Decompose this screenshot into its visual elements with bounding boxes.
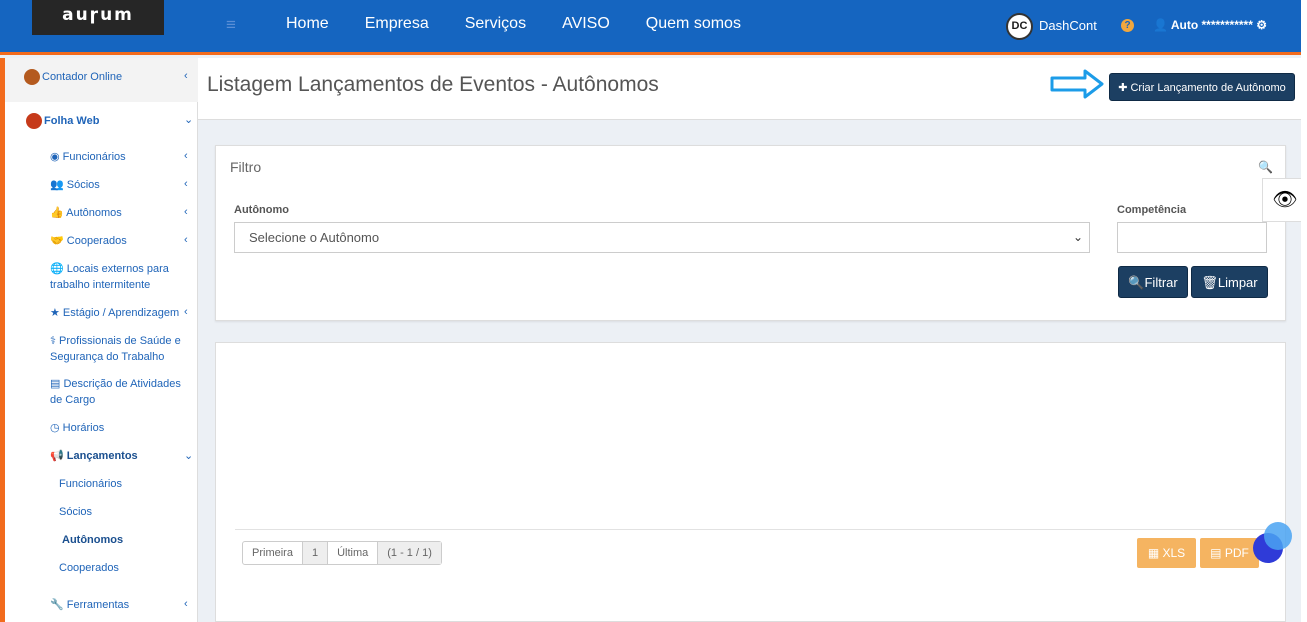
filter-panel: Filtro 🔍 Autônomo Selecione o Autônomo ⌄…	[215, 145, 1286, 321]
scrollbar[interactable]	[1301, 0, 1307, 622]
page-title: Listagem Lançamentos de Eventos - Autôno…	[207, 73, 659, 96]
chevron-left-icon[interactable]: ‹	[184, 70, 188, 82]
limpar-button[interactable]: 🗑Limpar	[1191, 266, 1268, 298]
sidebar-item-profissionais-saude[interactable]: ⚕ Profissionais de Saúde e Segurança do …	[50, 333, 185, 365]
chevron-left-icon[interactable]: ‹	[184, 598, 188, 610]
sidebar: Contador Online ‹ Folha Web ⌄ ◉ Funcioná…	[0, 58, 198, 622]
sidebar-subitem-autonomos-active[interactable]: Autônomos	[62, 532, 123, 548]
trash-icon: 🗑	[1201, 275, 1218, 290]
sidebar-item-contador-online[interactable]: Contador Online	[24, 69, 122, 86]
sidebar-item-descricao-atividades[interactable]: ▤ Descrição de Atividades de Cargo	[50, 376, 185, 408]
top-navbar: auɼum ≡ Home Empresa Serviços AVISO Quem…	[0, 0, 1307, 55]
chevron-down-icon: ⌄	[1072, 230, 1083, 244]
chevron-left-icon[interactable]: ‹	[184, 206, 188, 218]
menu-toggle-icon[interactable]: ≡	[226, 15, 236, 35]
settings-icon[interactable]: ⚙	[1256, 18, 1267, 32]
contador-online-icon	[24, 69, 40, 86]
autonomo-label: Autônomo	[234, 204, 289, 216]
main-nav: Home Empresa Serviços AVISO Quem somos	[268, 14, 759, 34]
chevron-left-icon[interactable]: ‹	[184, 234, 188, 246]
chevron-left-icon[interactable]: ‹	[184, 306, 188, 318]
logo[interactable]: auɼum	[32, 0, 164, 35]
dashcont-logo[interactable]: DC	[1006, 13, 1033, 40]
sidebar-item-cooperados[interactable]: 🤝 Cooperados	[50, 233, 127, 249]
chevron-down-icon[interactable]: ⌄	[184, 113, 193, 126]
create-autonomo-button[interactable]: ✚ Criar Lançamento de Autônomo	[1109, 73, 1295, 101]
sidebar-item-horarios[interactable]: ◷ Horários	[50, 420, 104, 436]
pager-page[interactable]: 1	[302, 542, 329, 564]
sidebar-item-locais-externos[interactable]: 🌐 Locais externos para trabalho intermit…	[50, 261, 180, 293]
pager-info: (1 - 1 / 1)	[378, 542, 441, 564]
user-menu[interactable]: 👤 Auto *********** ⚙	[1153, 18, 1267, 32]
plus-icon: ✚	[1118, 82, 1131, 94]
user-icon: 👤	[1153, 18, 1168, 32]
results-panel: Primeira 1 Última (1 - 1 / 1) ▦ XLS ▤ PD…	[215, 342, 1286, 622]
sidebar-accent	[0, 58, 5, 622]
sidebar-item-estagio[interactable]: ★ Estágio / Aprendizagem	[50, 305, 179, 321]
sidebar-item-autonomos[interactable]: 👍 Autônomos	[50, 205, 122, 221]
chevron-down-icon[interactable]: ⌄	[184, 449, 193, 462]
chat-bubble-icon[interactable]	[1252, 520, 1296, 564]
pagination: Primeira 1 Última (1 - 1 / 1)	[242, 541, 442, 565]
file-pdf-icon: ▤	[1210, 546, 1225, 560]
folha-web-icon	[26, 113, 42, 130]
export-xls-button[interactable]: ▦ XLS	[1137, 538, 1196, 568]
competencia-label: Competência	[1117, 204, 1187, 216]
chevron-left-icon[interactable]: ‹	[184, 150, 188, 162]
sidebar-item-funcionarios[interactable]: ◉ Funcionários	[50, 149, 126, 165]
filter-title: Filtro	[230, 159, 262, 175]
nav-home[interactable]: Home	[268, 14, 347, 34]
export-pdf-button[interactable]: ▤ PDF	[1200, 538, 1259, 568]
filtrar-button[interactable]: 🔍Filtrar	[1118, 266, 1188, 298]
sidebar-subitem-funcionarios[interactable]: Funcionários	[59, 476, 122, 492]
nav-servicos[interactable]: Serviços	[447, 14, 544, 34]
page-header: Listagem Lançamentos de Eventos - Autôno…	[198, 58, 1301, 120]
user-name: Auto ***********	[1170, 18, 1253, 32]
sidebar-subitem-cooperados[interactable]: Cooperados	[59, 560, 119, 576]
chevron-left-icon[interactable]: ‹	[184, 178, 188, 190]
divider	[235, 529, 1269, 530]
sidebar-item-folha-web[interactable]: Folha Web	[26, 113, 99, 130]
logo-area: auɼum	[0, 0, 198, 52]
arrow-right-icon	[1050, 69, 1104, 99]
sidebar-subitem-socios[interactable]: Sócios	[59, 504, 92, 520]
nav-aviso[interactable]: AVISO	[544, 14, 628, 34]
pager-last[interactable]: Última	[328, 542, 379, 564]
sidebar-item-socios[interactable]: 👥 Sócios	[50, 177, 100, 193]
autonomo-select[interactable]: Selecione o Autônomo ⌄	[234, 222, 1090, 253]
pager-first[interactable]: Primeira	[243, 542, 303, 564]
file-excel-icon: ▦	[1147, 546, 1163, 560]
search-icon: 🔍	[1128, 275, 1145, 290]
help-icon[interactable]: ?	[1121, 19, 1134, 32]
competencia-input[interactable]	[1117, 222, 1267, 253]
nav-empresa[interactable]: Empresa	[347, 14, 447, 34]
dashcont-link[interactable]: DashCont	[1039, 18, 1097, 33]
search-icon[interactable]: 🔍	[1258, 160, 1273, 174]
sidebar-item-ferramentas[interactable]: 🔧 Ferramentas	[50, 597, 129, 613]
nav-quem-somos[interactable]: Quem somos	[628, 14, 759, 34]
sidebar-item-lancamentos[interactable]: 📢 Lançamentos	[50, 448, 138, 464]
